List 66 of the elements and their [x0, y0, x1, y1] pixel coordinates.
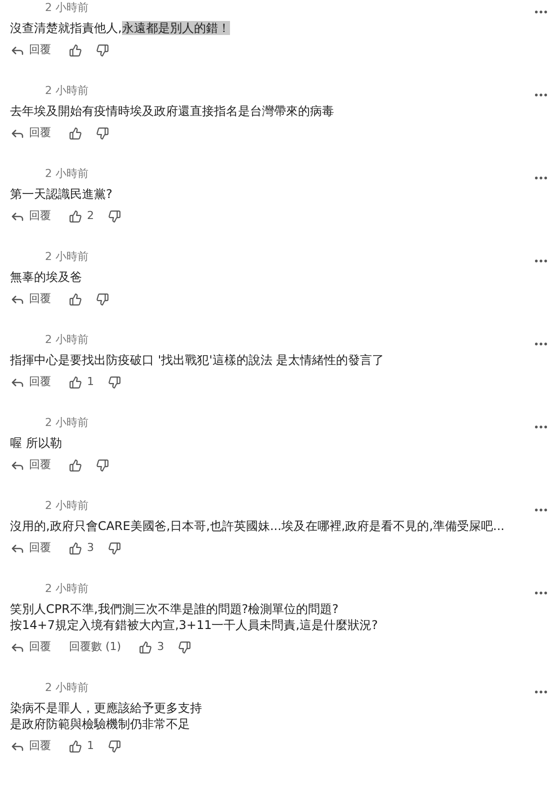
- dislike-button[interactable]: [108, 210, 121, 222]
- dislike-button[interactable]: [96, 126, 109, 140]
- reply-button[interactable]: 回覆: [10, 42, 51, 58]
- reply-button[interactable]: 回覆: [10, 738, 51, 754]
- thumbs-down-icon: [96, 292, 109, 306]
- comment-time: 2 小時前: [45, 498, 88, 514]
- comment-time: 2 小時前: [45, 166, 88, 182]
- reply-button[interactable]: 回覆: [10, 456, 51, 474]
- comment-text: 指揮中心是要找出防疫破口 '找出戰犯'這樣的說法 是太情緒性的發言了: [10, 352, 384, 368]
- thumbs-up-icon: [139, 640, 152, 654]
- comment-time: 2 小時前: [45, 0, 88, 16]
- comment-text: 笑別人CPR不準,我們測三次不準是誰的問題?檢測單位的問題?: [10, 601, 339, 617]
- thumbs-up-icon: [69, 210, 82, 222]
- reply-button[interactable]: 回覆: [10, 638, 51, 656]
- thumbs-down-icon: [108, 542, 121, 554]
- comment-text: 沒用的,政府只會CARE美國爸,日本哥,也許英國妹...埃及在哪裡,政府是看不見的,準備受屎吧...: [10, 518, 504, 534]
- like-button[interactable]: [69, 292, 82, 306]
- comment-text: 染病不是罪人，更應該給予更多支持: [10, 700, 202, 716]
- comment-text: 第一天認識民進黨?: [10, 186, 112, 202]
- comment-text: 去年埃及開始有疫情時埃及政府還直接指名是台灣帶來的病毒: [10, 103, 334, 119]
- thumbs-down-icon: [108, 740, 121, 752]
- thumbs-down-icon: [96, 458, 109, 472]
- thumbs-down-icon: [96, 126, 109, 140]
- thumbs-up-icon: [69, 740, 82, 752]
- like-button[interactable]: 3: [139, 638, 164, 656]
- thumbs-down-icon: [108, 210, 121, 222]
- thumbs-down-icon: [108, 376, 121, 388]
- comment-time: 2 小時前: [45, 332, 88, 348]
- like-button[interactable]: 1: [69, 374, 94, 390]
- thumbs-up-icon: [69, 542, 82, 554]
- dislike-button[interactable]: [108, 740, 121, 752]
- thumbs-up-icon: [69, 376, 82, 388]
- like-button[interactable]: [69, 458, 82, 472]
- comment-time: 2 小時前: [45, 82, 88, 99]
- like-button[interactable]: 1: [69, 738, 94, 754]
- thumbs-up-icon: [69, 458, 82, 472]
- dislike-button[interactable]: [96, 44, 109, 56]
- dislike-button[interactable]: [178, 640, 192, 654]
- thumbs-up-icon: [69, 44, 82, 56]
- reply-button[interactable]: 回覆: [10, 124, 51, 142]
- thumbs-up-icon: [69, 126, 82, 140]
- comment-time: 2 小時前: [45, 580, 88, 597]
- comment-text: 無辜的埃及爸: [10, 269, 82, 285]
- comment-text: 按14+7規定入境有錯被大內宣,3+11一干人員未問責,這是什麼狀況?: [10, 617, 378, 633]
- reply-button[interactable]: 回覆: [10, 208, 51, 224]
- replies-count-link[interactable]: 回覆數 (1): [69, 638, 122, 656]
- reply-button[interactable]: 回覆: [10, 290, 51, 308]
- comment-text: 沒查清楚就指責他人,永遠都是別人的錯！: [10, 20, 230, 36]
- comment-time: 2 小時前: [45, 680, 88, 696]
- reply-button[interactable]: 回覆: [10, 374, 51, 390]
- comment-text: 是政府防範與檢驗機制仍非常不足: [10, 716, 190, 732]
- dislike-button[interactable]: [96, 292, 109, 306]
- dislike-button[interactable]: [108, 376, 121, 388]
- like-button[interactable]: 3: [69, 540, 94, 556]
- thumbs-down-icon: [178, 640, 192, 654]
- reply-button[interactable]: 回覆: [10, 540, 51, 556]
- comment-time: 2 小時前: [45, 248, 88, 265]
- thumbs-down-icon: [96, 44, 109, 56]
- dislike-button[interactable]: [96, 458, 109, 472]
- thumbs-up-icon: [69, 292, 82, 306]
- dislike-button[interactable]: [108, 542, 121, 554]
- like-button[interactable]: [69, 44, 82, 56]
- comment-text: 喔 所以勒: [10, 435, 62, 451]
- comment-time: 2 小時前: [45, 414, 88, 431]
- like-button[interactable]: 2: [69, 208, 94, 224]
- like-button[interactable]: [69, 126, 82, 140]
